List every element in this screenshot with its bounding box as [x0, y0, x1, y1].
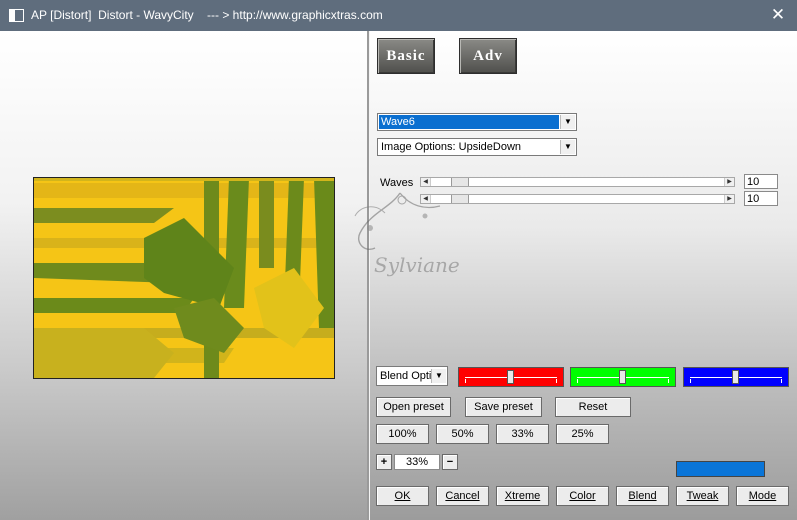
zoom-in-button[interactable]: +	[376, 454, 392, 470]
title-bar: AP [Distort] Distort - WavyCity --- > ht…	[0, 0, 797, 31]
zoom-value-field[interactable]: 33%	[394, 454, 440, 470]
image-options-select[interactable]: Image Options: UpsideDown ▼	[377, 138, 577, 156]
close-icon[interactable]: ✕	[767, 4, 789, 26]
blend-options-value: Blend Optio	[380, 370, 434, 382]
mode-button[interactable]: Mode	[736, 486, 789, 506]
app-icon	[9, 9, 24, 22]
slider-thumb[interactable]	[451, 178, 469, 186]
xtreme-button[interactable]: Xtreme	[496, 486, 549, 506]
waves-slider-1[interactable]: ◀ ▶	[420, 177, 735, 187]
watermark-logo: Sylviane	[330, 188, 470, 288]
adv-tab[interactable]: Adv	[459, 38, 517, 74]
ok-button[interactable]: OK	[376, 486, 429, 506]
color-swatch[interactable]	[676, 461, 765, 477]
green-slider-thumb[interactable]	[619, 370, 626, 384]
plugin-window: AP [Distort] Distort - WavyCity --- > ht…	[0, 0, 797, 520]
chevron-down-icon[interactable]: ▼	[431, 369, 446, 383]
basic-tab[interactable]: Basic	[377, 38, 435, 74]
waves-value-2[interactable]: 10	[744, 191, 778, 206]
blue-slider[interactable]	[683, 367, 789, 387]
green-slider[interactable]	[570, 367, 676, 387]
zoom-50-button[interactable]: 50%	[436, 424, 489, 444]
zoom-33-button[interactable]: 33%	[496, 424, 549, 444]
blend-button[interactable]: Blend	[616, 486, 669, 506]
effect-select[interactable]: Wave6 ▼	[377, 113, 577, 131]
tweak-button[interactable]: Tweak	[676, 486, 729, 506]
window-title: AP [Distort] Distort - WavyCity --- > ht…	[31, 8, 383, 22]
zoom-100-button[interactable]: 100%	[376, 424, 429, 444]
blend-options-select[interactable]: Blend Optio ▼	[376, 366, 448, 386]
blue-slider-thumb[interactable]	[732, 370, 739, 384]
color-button[interactable]: Color	[556, 486, 609, 506]
watermark-signature: Sylviane	[374, 253, 460, 277]
arrow-right-icon[interactable]: ▶	[724, 195, 734, 203]
chevron-down-icon[interactable]: ▼	[560, 115, 575, 129]
cancel-button[interactable]: Cancel	[436, 486, 489, 506]
open-preset-button[interactable]: Open preset	[376, 397, 451, 417]
effect-select-value: Wave6	[379, 115, 559, 129]
arrow-right-icon[interactable]: ▶	[724, 178, 734, 186]
save-preset-button[interactable]: Save preset	[465, 397, 542, 417]
zoom-25-button[interactable]: 25%	[556, 424, 609, 444]
zoom-out-button[interactable]: −	[442, 454, 458, 470]
waves-value-1[interactable]: 10	[744, 174, 778, 189]
red-slider-thumb[interactable]	[507, 370, 514, 384]
red-slider[interactable]	[458, 367, 564, 387]
chevron-down-icon[interactable]: ▼	[560, 140, 575, 154]
arrow-left-icon[interactable]: ◀	[421, 178, 431, 186]
preview-image	[33, 177, 335, 379]
reset-button[interactable]: Reset	[555, 397, 631, 417]
image-options-value: Image Options: UpsideDown	[381, 141, 522, 153]
